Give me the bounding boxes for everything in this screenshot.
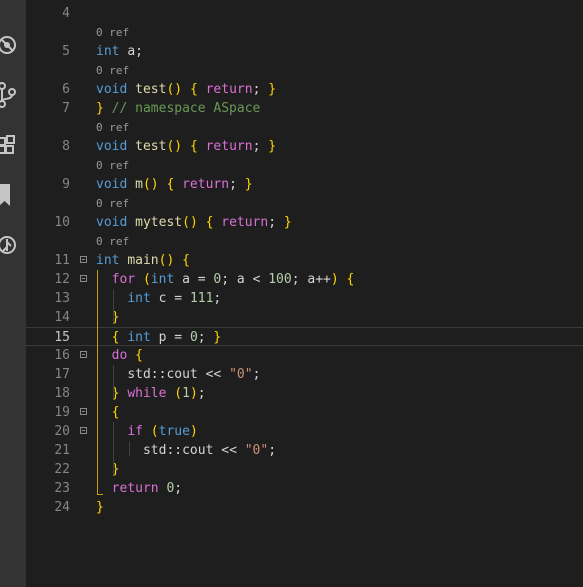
code-text[interactable]: int main() { [96, 251, 190, 270]
code-line: 11 int main() { [26, 251, 583, 270]
fold-toggle-icon[interactable] [80, 256, 87, 263]
code-line: 10 void mytest() { return; } [26, 213, 583, 232]
codelens-reference-count[interactable]: 0 ref [26, 156, 583, 175]
codelens-reference-count[interactable]: 0 ref [26, 194, 583, 213]
code-text[interactable]: for (int a = 0; a < 100; a++) { [96, 270, 355, 289]
code-line: 13 int c = 111; [26, 289, 583, 308]
fold-toggle-icon[interactable] [80, 408, 87, 415]
code-text[interactable]: std::cout << "0"; [96, 365, 260, 384]
code-text[interactable]: return 0; [96, 479, 182, 498]
code-line: 6 void test() { return; } [26, 80, 583, 99]
activity-bar [0, 0, 26, 587]
codelens-reference-count[interactable]: 0 ref [26, 232, 583, 251]
codelens-label[interactable]: 0 ref [96, 194, 129, 213]
codelens-label[interactable]: 0 ref [96, 232, 129, 251]
line-number: 16 [54, 348, 70, 363]
bracket-guide [97, 494, 103, 495]
fold-toggle-icon[interactable] [80, 427, 87, 434]
line-number: 12 [54, 272, 70, 287]
line-number: 15 [54, 330, 70, 345]
line-number: 9 [62, 177, 70, 192]
code-line: 14 } [26, 308, 583, 327]
line-number: 22 [54, 462, 70, 477]
code-text[interactable]: if (true) [96, 422, 197, 441]
codelens-label[interactable]: 0 ref [96, 156, 129, 175]
code-line: 15 { int p = 0; } [26, 327, 583, 346]
code-text[interactable]: { int p = 0; } [96, 328, 222, 347]
code-line: 17 std::cout << "0"; [26, 365, 583, 384]
code-text[interactable]: std::cout << "0"; [96, 441, 276, 460]
code-line: 23 return 0; [26, 479, 583, 498]
bookmark-icon[interactable] [0, 180, 26, 210]
code-line: 8 void test() { return; } [26, 137, 583, 156]
codelens-reference-count[interactable]: 0 ref [26, 23, 583, 42]
extensions-icon[interactable] [0, 130, 26, 160]
line-number: 14 [54, 310, 70, 325]
line-number: 4 [62, 6, 70, 21]
line-number: 18 [54, 386, 70, 401]
codelens-label[interactable]: 0 ref [96, 23, 129, 42]
line-number: 24 [54, 500, 70, 515]
codelens-reference-count[interactable]: 0 ref [26, 61, 583, 80]
code-text[interactable]: } [96, 460, 120, 479]
code-text[interactable]: void test() { return; } [96, 137, 276, 156]
code-text[interactable]: { [96, 403, 120, 422]
fold-toggle-icon[interactable] [80, 275, 87, 282]
code-line: 24} [26, 498, 583, 517]
code-line: 21 std::cout << "0"; [26, 441, 583, 460]
line-number: 23 [54, 481, 70, 496]
line-number: 6 [62, 82, 70, 97]
code-text[interactable]: } [96, 498, 104, 517]
code-text[interactable]: int c = 111; [96, 289, 221, 308]
line-number: 8 [62, 139, 70, 154]
indent-guide [97, 270, 98, 494]
code-line: 20 if (true) [26, 422, 583, 441]
code-line: 4 [26, 4, 583, 23]
line-number: 21 [54, 443, 70, 458]
indent-guide [113, 422, 115, 475]
code-line: 22 } [26, 460, 583, 479]
code-text[interactable]: int a; [96, 42, 143, 61]
code-line: 5 int a; [26, 42, 583, 61]
line-number: 11 [54, 253, 70, 268]
line-number: 13 [54, 291, 70, 306]
code-text[interactable]: do { [96, 346, 143, 365]
no-bugs-icon[interactable] [0, 30, 26, 60]
code-line: 18 } while (1); [26, 384, 583, 403]
fold-toggle-icon[interactable] [80, 351, 87, 358]
code-editor[interactable]: 40 ref 5 int a; 0 ref 6 void test() { return;… [26, 0, 583, 587]
code-text[interactable]: void mytest() { return; } [96, 213, 292, 232]
line-number: 19 [54, 405, 70, 420]
code-line: 12 for (int a = 0; a < 100; a++) { [26, 270, 583, 289]
code-line: 16 do { [26, 346, 583, 365]
line-number: 17 [54, 367, 70, 382]
source-control-icon[interactable] [0, 80, 26, 110]
indent-guide [113, 289, 115, 323]
line-number: 7 [62, 101, 70, 116]
code-text[interactable]: } [96, 308, 120, 327]
line-number: 10 [54, 215, 70, 230]
code-text[interactable]: } // namespace ASpace [96, 99, 260, 118]
remote-explorer-icon[interactable] [0, 230, 26, 260]
line-number: 20 [54, 424, 70, 439]
codelens-reference-count[interactable]: 0 ref [26, 118, 583, 137]
line-number: 5 [62, 44, 70, 59]
code-line: 7 } // namespace ASpace [26, 99, 583, 118]
codelens-label[interactable]: 0 ref [96, 61, 129, 80]
code-line: 9 void m() { return; } [26, 175, 583, 194]
code-line: 19 { [26, 403, 583, 422]
code-text[interactable]: void test() { return; } [96, 80, 276, 99]
code-text[interactable]: void m() { return; } [96, 175, 253, 194]
indent-guide [113, 365, 115, 399]
codelens-label[interactable]: 0 ref [96, 118, 129, 137]
indent-guide [129, 441, 131, 456]
